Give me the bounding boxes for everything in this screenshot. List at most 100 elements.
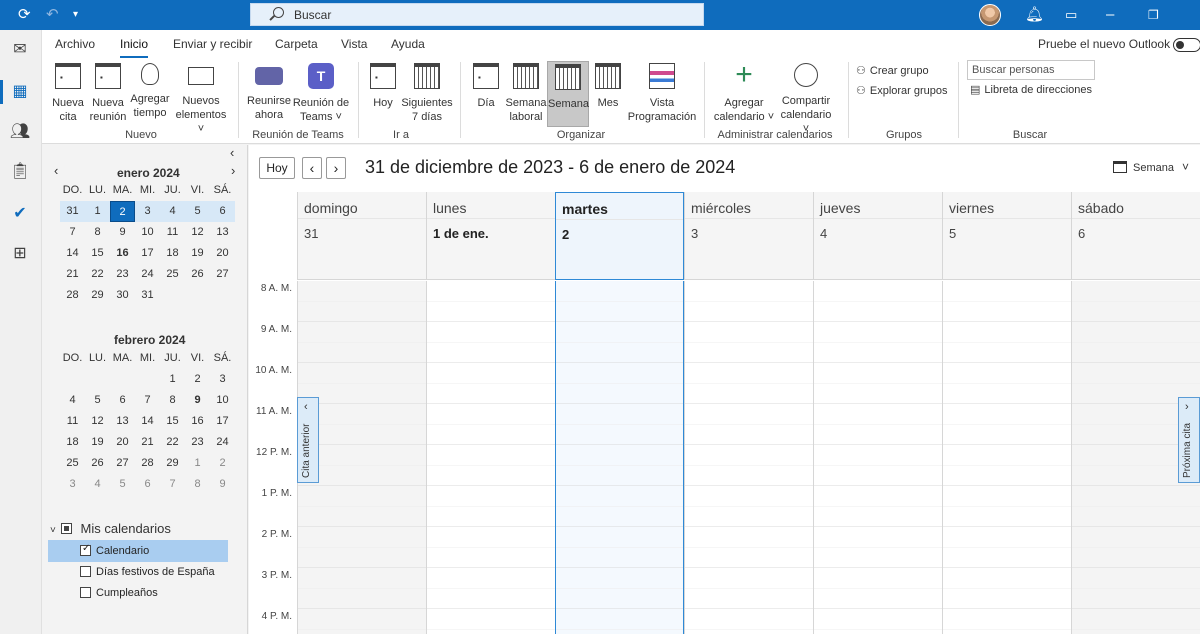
calendar-icon[interactable]: ▦ [8,80,32,104]
next-7-days-button[interactable]: Siguientes 7 días [400,61,454,127]
day-column-lunes[interactable] [426,281,555,634]
next-week-button[interactable]: › [326,157,346,179]
search-people-input[interactable]: Buscar personas [967,60,1095,80]
minimize-icon[interactable]: – [1106,6,1114,24]
add-time-button[interactable]: Agregar tiempo [129,61,171,127]
mini-calendar-day[interactable]: 9 [210,474,235,495]
view-selector[interactable]: Semana ˅ [1113,160,1189,174]
mini-calendar-day[interactable]: 16 [110,243,135,264]
mini-calendar-day[interactable]: 16 [185,411,210,432]
ribbon-display-icon[interactable]: ▭ [1065,6,1077,24]
mini-calendar-day[interactable]: 20 [210,243,235,264]
week-view-button[interactable]: Semana [547,61,589,127]
new-items-button[interactable]: Nuevos elementos ˅ [172,61,230,135]
previous-appointment-tab[interactable]: ‹ Cita anterior [297,397,319,483]
new-outlook-toggle[interactable] [1173,38,1200,52]
mini-calendar-day[interactable]: 26 [185,264,210,285]
mini-calendar-day[interactable]: 22 [160,432,185,453]
quick-access-chevron-icon[interactable]: ▾ [73,6,78,24]
mini-calendar-day[interactable]: 2 [210,453,235,474]
prev-week-button[interactable]: ‹ [302,157,322,179]
mini-calendar-day[interactable]: 21 [135,432,160,453]
todo-check-icon[interactable]: ✔ [8,202,32,226]
mini-calendar-day[interactable]: 22 [85,264,110,285]
sync-icon[interactable]: ⟳ [18,6,31,24]
calendar-item-festivos[interactable]: Días festivos de España [48,561,228,583]
day-view-button[interactable]: Día [470,61,502,127]
day-header-miércoles[interactable]: miércoles 3 [684,192,813,280]
day-column-miércoles[interactable] [684,281,813,634]
mini-calendar-day[interactable]: 4 [85,474,110,495]
mini-calendar-day[interactable]: 4 [160,201,185,222]
mini-calendar-day[interactable]: 24 [210,432,235,453]
add-calendar-button[interactable]: + Agregar calendario ˅ [712,60,776,127]
my-calendars-header[interactable]: ˅ Mis calendarios [50,521,240,536]
mini-calendar-day[interactable]: 10 [135,222,160,243]
mini-calendar-day[interactable]: 17 [135,243,160,264]
mini-calendar-day[interactable]: 6 [110,390,135,411]
create-group-button[interactable]: ⚇ Crear grupo [856,64,929,77]
people-icon[interactable]: 👥︎ [8,120,32,144]
day-header-sábado[interactable]: sábado 6 [1071,192,1200,280]
mini-calendar-day[interactable]: 28 [135,453,160,474]
expand-chevron-icon[interactable]: ˅ [50,525,56,536]
mini-calendar-day[interactable]: 5 [185,201,210,222]
avatar[interactable] [979,4,1001,26]
mini-calendar-day[interactable]: 7 [135,390,160,411]
new-meeting-button[interactable]: Nueva reunión [88,61,128,127]
mini-calendar-day[interactable]: 3 [60,474,85,495]
mini-calendar-day[interactable]: 9 [185,390,210,411]
mini-calendar-day[interactable]: 2 [185,369,210,390]
tab-enviar-recibir[interactable]: Enviar y recibir [173,37,252,51]
mini-calendar-day[interactable]: 31 [135,285,160,306]
mini-calendar-day[interactable]: 23 [110,264,135,285]
day-header-martes[interactable]: martes 2 [555,192,684,280]
mini-calendar-day[interactable]: 20 [110,432,135,453]
next-month-icon[interactable]: › [231,163,235,178]
day-column-martes[interactable] [555,281,684,634]
mini-calendar-day[interactable]: 7 [160,474,185,495]
mini-calendar-day[interactable]: 3 [210,369,235,390]
mini-calendar-day[interactable]: 13 [110,411,135,432]
mini-calendar-day[interactable]: 11 [160,222,185,243]
browse-groups-button[interactable]: ⚇ Explorar grupos [856,84,948,97]
tab-inicio[interactable]: Inicio [120,37,149,58]
tab-archivo[interactable]: Archivo [55,37,95,51]
mini-calendar-day[interactable]: 15 [160,411,185,432]
mini-calendar-day[interactable]: 19 [85,432,110,453]
address-book-button[interactable]: ▤ Libreta de direcciones [970,83,1092,96]
mini-calendar-day[interactable]: 28 [60,285,85,306]
collapse-pane-icon[interactable]: ‹ [230,145,234,160]
tasks-icon[interactable]: 📋︎ [8,160,32,184]
mini-calendar-day[interactable]: 17 [210,411,235,432]
mini-calendar-day[interactable]: 26 [85,453,110,474]
calendar-item-calendario[interactable]: Calendario [48,540,228,562]
tab-ayuda[interactable]: Ayuda [391,37,425,51]
mini-calendar-day[interactable]: 12 [185,222,210,243]
today-nav-button[interactable]: Hoy [259,157,295,179]
tab-carpeta[interactable]: Carpeta [275,37,318,51]
month-view-button[interactable]: Mes [591,61,625,127]
mini-calendar-day[interactable]: 6 [210,201,235,222]
calendar-item-cumpleanos[interactable]: Cumpleaños [48,582,228,604]
mini-calendar-day[interactable]: 14 [60,243,85,264]
mini-calendar-day[interactable]: 4 [60,390,85,411]
calendar-checkbox[interactable] [80,566,91,577]
work-week-button[interactable]: Semana laboral [504,61,548,127]
meet-now-button[interactable]: Reunirse ahora [247,61,291,127]
mini-calendar-day[interactable]: 23 [185,432,210,453]
restore-icon[interactable]: ❐ [1148,6,1159,24]
share-calendar-button[interactable]: Compartir calendario ˅ [778,61,834,135]
mini-calendar-day[interactable]: 10 [210,390,235,411]
bell-icon[interactable]: 🔔︎ [1025,6,1044,24]
day-column-jueves[interactable] [813,281,942,634]
day-header-jueves[interactable]: jueves 4 [813,192,942,280]
day-header-viernes[interactable]: viernes 5 [942,192,1071,280]
mini-calendar-day[interactable]: 18 [160,243,185,264]
mini-calendar-day[interactable]: 9 [110,222,135,243]
mini-calendar-day[interactable]: 31 [60,201,85,222]
mini-calendar-day[interactable]: 27 [110,453,135,474]
mini-calendar-day[interactable]: 2 [110,201,135,222]
tab-vista[interactable]: Vista [341,37,367,51]
mini-calendar-day[interactable]: 25 [160,264,185,285]
